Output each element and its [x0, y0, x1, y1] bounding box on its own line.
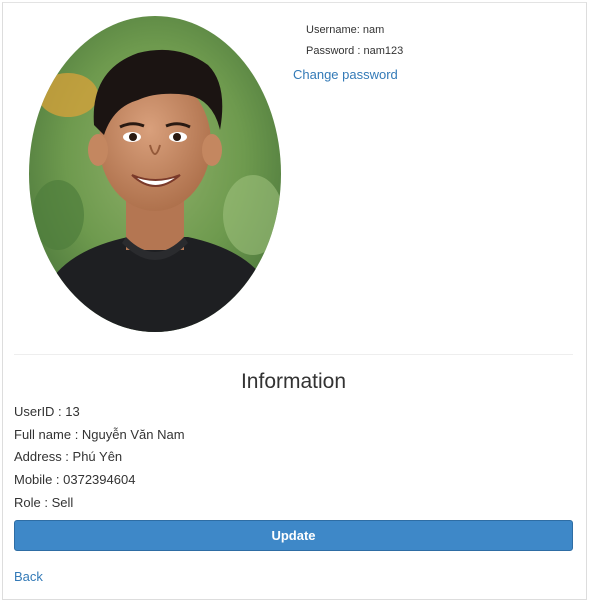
role-text: Role : Sell	[14, 495, 74, 510]
back-link[interactable]: Back	[14, 569, 43, 584]
address-text: Address : Phú Yên	[14, 449, 123, 464]
user-id-text: UserID : 13	[14, 404, 80, 419]
password-text: Password : nam123	[306, 45, 404, 57]
avatar	[28, 15, 282, 333]
update-button[interactable]: Update	[14, 520, 573, 551]
mobile-text: Mobile : 0372394604	[14, 472, 136, 487]
information-heading: Information	[240, 370, 347, 393]
section-divider	[14, 354, 573, 355]
change-password-link[interactable]: Change password	[293, 67, 398, 82]
full-name-text: Full name : Nguyễn Văn Nam	[14, 427, 185, 442]
username-text: Username: nam	[306, 24, 385, 36]
